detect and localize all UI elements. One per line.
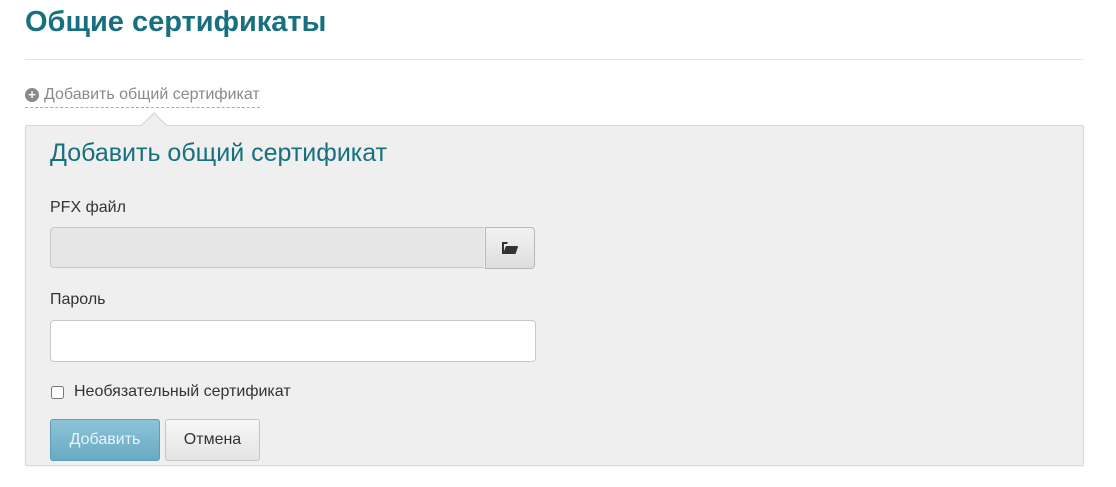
optional-certificate-checkbox[interactable] [51,385,64,399]
optional-certificate-option: Необязательный сертификат [51,383,291,401]
page-title: Общие сертификаты [25,6,327,38]
optional-certificate-label: Необязательный сертификат [74,383,291,400]
pfx-file-label: PFX файл [50,199,126,216]
plus-circle-icon: + [25,88,39,102]
browse-button[interactable] [485,227,535,269]
folder-open-icon [502,242,518,254]
panel-title: Добавить общий сертификат [50,139,388,167]
title-divider [25,59,1084,60]
cancel-button[interactable]: Отмена [165,419,260,461]
add-certificate-link[interactable]: + Добавить общий сертификат [25,86,260,108]
password-field[interactable] [50,320,536,362]
password-label: Пароль [50,291,106,308]
add-button[interactable]: Добавить [50,419,160,461]
add-certificate-link-label: Добавить общий сертификат [44,86,260,103]
panel-pointer-inner [142,114,166,126]
pfx-file-field[interactable] [50,227,484,268]
add-certificate-panel: Добавить общий сертификат PFX файл Парол… [25,125,1084,466]
